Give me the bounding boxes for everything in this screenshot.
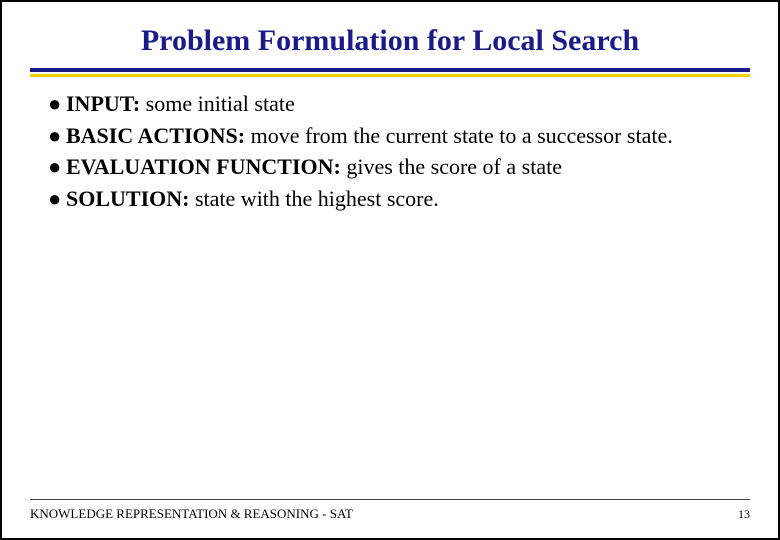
- bullet-label: EVALUATION FUNCTION:: [66, 154, 346, 179]
- bullet-label: INPUT:: [66, 91, 146, 116]
- bullet-body: gives the score of a state: [346, 154, 562, 179]
- bullet-icon: ●: [48, 121, 66, 151]
- bullet-item: ● EVALUATION FUNCTION: gives the score o…: [48, 152, 732, 182]
- slide-frame: Problem Formulation for Local Search ● I…: [0, 0, 780, 540]
- bullet-icon: ●: [48, 89, 66, 119]
- slide-title: Problem Formulation for Local Search: [2, 2, 778, 68]
- footer-divider: [30, 499, 750, 500]
- bullet-icon: ●: [48, 152, 66, 182]
- bullet-label: BASIC ACTIONS:: [66, 123, 251, 148]
- page-number: 13: [738, 507, 750, 522]
- bullet-icon: ●: [48, 184, 66, 214]
- slide-content: ● INPUT: some initial state ● BASIC ACTI…: [2, 77, 778, 214]
- bullet-item: ● INPUT: some initial state: [48, 89, 732, 119]
- bullet-item: ● BASIC ACTIONS: move from the current s…: [48, 121, 732, 151]
- footer-text: KNOWLEDGE REPRESENTATION & REASONING - S…: [30, 506, 353, 522]
- title-underline: [30, 68, 750, 72]
- bullet-body: state with the highest score.: [195, 186, 439, 211]
- bullet-item: ● SOLUTION: state with the highest score…: [48, 184, 732, 214]
- bullet-label: SOLUTION:: [66, 186, 195, 211]
- bullet-body: move from the current state to a success…: [251, 123, 673, 148]
- bullet-body: some initial state: [146, 91, 295, 116]
